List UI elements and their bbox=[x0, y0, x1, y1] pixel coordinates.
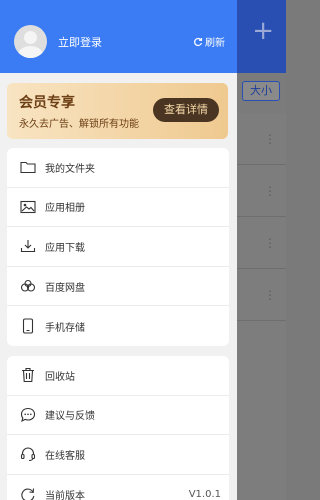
version-number: V1.0.1 bbox=[188, 489, 221, 500]
menu-item-download[interactable]: 应用下载 bbox=[7, 227, 229, 267]
vip-details-button[interactable]: 查看详情 bbox=[153, 98, 219, 122]
avatar-head bbox=[24, 31, 37, 44]
menu-item-online-service[interactable]: 在线客服 bbox=[7, 435, 229, 475]
drawer-header: 立即登录 刷新 bbox=[0, 0, 237, 73]
list-item[interactable]: ⋮ bbox=[236, 217, 286, 269]
menu-item-label: 应用下载 bbox=[45, 242, 85, 254]
menu-item-label: 手机存储 bbox=[45, 322, 85, 334]
menu-item-label: 百度网盘 bbox=[45, 282, 85, 294]
menu-item-label: 回收站 bbox=[45, 371, 75, 383]
login-link[interactable]: 立即登录 bbox=[58, 34, 102, 50]
primary-menu: 我的文件夹 应用相册 应用下载 百度网盘 手机存储 bbox=[7, 148, 229, 346]
avatar[interactable] bbox=[14, 25, 47, 58]
menu-item-baidu-netdisk[interactable]: 百度网盘 bbox=[7, 267, 229, 307]
more-icon[interactable]: ⋮ bbox=[264, 185, 276, 197]
menu-item-version[interactable]: 当前版本 V1.0.1 bbox=[7, 475, 229, 500]
trash-icon bbox=[17, 367, 39, 383]
avatar-shoulder bbox=[18, 46, 43, 58]
menu-item-label: 在线客服 bbox=[45, 450, 85, 462]
folder-icon bbox=[17, 159, 39, 175]
refresh-icon bbox=[17, 487, 39, 500]
sort-size-button[interactable]: 大小 bbox=[242, 81, 280, 101]
more-icon[interactable]: ⋮ bbox=[264, 289, 276, 301]
list-item[interactable]: ⋮ bbox=[236, 113, 286, 165]
menu-item-folder[interactable]: 我的文件夹 bbox=[7, 148, 229, 188]
list-item[interactable]: ⋮ bbox=[236, 269, 286, 321]
vip-title: 会员专享 bbox=[19, 95, 75, 111]
refresh-button[interactable]: 刷新 bbox=[193, 34, 225, 49]
plus-icon[interactable]: + bbox=[252, 18, 274, 44]
cloud-icon bbox=[17, 278, 39, 294]
menu-item-phone-storage[interactable]: 手机存储 bbox=[7, 306, 229, 346]
menu-item-label: 应用相册 bbox=[45, 203, 85, 215]
chat-icon bbox=[17, 407, 39, 423]
phone-icon bbox=[17, 318, 39, 334]
menu-item-label: 建议与反馈 bbox=[45, 411, 95, 423]
image-icon bbox=[17, 199, 39, 215]
list-item[interactable]: ⋮ bbox=[236, 165, 286, 217]
download-icon bbox=[17, 238, 39, 254]
refresh-label: 刷新 bbox=[205, 38, 225, 49]
menu-item-recycle-bin[interactable]: 回收站 bbox=[7, 356, 229, 396]
side-drawer: 立即登录 刷新 会员专享 永久去广告、解锁所有功能 查看详情 我的文件夹 应用相… bbox=[0, 0, 237, 500]
refresh-icon bbox=[193, 37, 203, 47]
menu-item-label: 我的文件夹 bbox=[45, 163, 95, 175]
menu-item-feedback[interactable]: 建议与反馈 bbox=[7, 396, 229, 436]
menu-item-album[interactable]: 应用相册 bbox=[7, 188, 229, 228]
secondary-menu: 回收站 建议与反馈 在线客服 当前版本 V1.0.1 bbox=[7, 356, 229, 500]
more-icon[interactable]: ⋮ bbox=[264, 237, 276, 249]
vip-banner[interactable]: 会员专享 永久去广告、解锁所有功能 查看详情 bbox=[7, 83, 228, 139]
menu-item-label: 当前版本 bbox=[45, 491, 85, 500]
more-icon[interactable]: ⋮ bbox=[264, 133, 276, 145]
vip-subtitle: 永久去广告、解锁所有功能 bbox=[19, 119, 139, 130]
headset-icon bbox=[17, 446, 39, 462]
